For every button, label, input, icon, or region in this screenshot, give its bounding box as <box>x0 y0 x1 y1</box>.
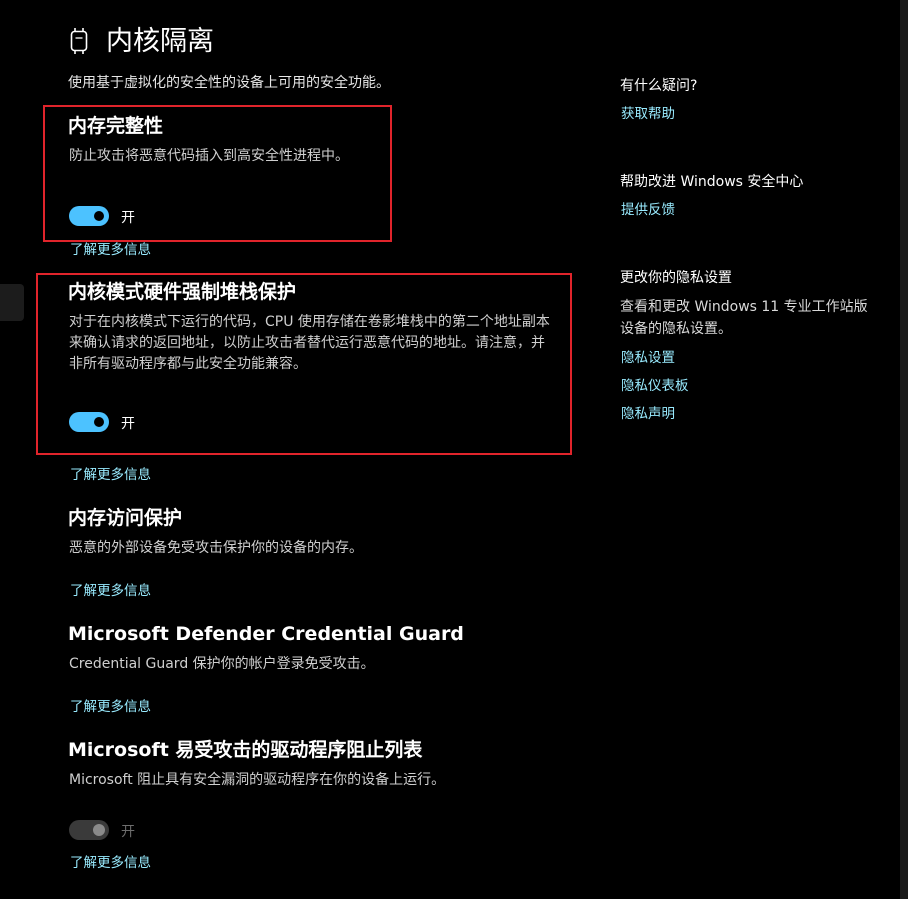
memory-integrity-learn-more-link[interactable]: 了解更多信息 <box>70 238 151 258</box>
credential-guard-description: Credential Guard 保护你的帐户登录免受攻击。 <box>69 656 375 672</box>
driver-blocklist-toggle-label: 开 <box>121 824 135 840</box>
privacy-settings-link[interactable]: 隐私设置 <box>621 346 675 366</box>
stack-protection-toggle[interactable] <box>69 412 109 432</box>
stack-protection-title: 内核模式硬件强制堆栈保护 <box>68 281 297 303</box>
privacy-description: 查看和更改 Windows 11 专业工作站版 设备的隐私设置。 <box>620 299 868 337</box>
window-edge <box>900 0 908 899</box>
memory-integrity-title: 内存完整性 <box>68 115 164 137</box>
credential-guard-learn-more-link[interactable]: 了解更多信息 <box>70 695 151 715</box>
credential-guard-title: Microsoft Defender Credential Guard <box>68 623 464 645</box>
driver-blocklist-toggle <box>69 820 109 840</box>
toggle-knob <box>93 824 105 836</box>
stack-protection-description: 对于在内核模式下运行的代码，CPU 使用存储在卷影堆栈中的第二个地址副本来确认请… <box>69 314 550 372</box>
driver-blocklist-title: Microsoft 易受攻击的驱动程序阻止列表 <box>68 739 423 761</box>
kernel-isolation-page: 内核隔离 使用基于虚拟化的安全性的设备上可用的安全功能。 内存完整性 防止攻击将… <box>0 0 908 899</box>
privacy-dashboard-link[interactable]: 隐私仪表板 <box>621 374 689 394</box>
nav-indicator[interactable] <box>0 284 24 321</box>
feedback-link[interactable]: 提供反馈 <box>621 198 675 218</box>
memory-access-protection-learn-more-link[interactable]: 了解更多信息 <box>70 579 151 599</box>
driver-blocklist-description: Microsoft 阻止具有安全漏洞的驱动程序在你的设备上运行。 <box>69 772 446 788</box>
memory-access-protection-description: 恶意的外部设备免受攻击保护你的设备的内存。 <box>69 540 363 556</box>
improve-heading: 帮助改进 Windows 安全中心 <box>620 174 804 190</box>
page-description: 使用基于虚拟化的安全性的设备上可用的安全功能。 <box>68 75 390 91</box>
memory-access-protection-title: 内存访问保护 <box>68 507 183 529</box>
help-heading: 有什么疑问? <box>620 78 698 94</box>
privacy-statement-link[interactable]: 隐私声明 <box>621 402 675 422</box>
chip-icon <box>70 28 88 54</box>
privacy-heading: 更改你的隐私设置 <box>620 270 732 286</box>
memory-integrity-toggle[interactable] <box>69 206 109 226</box>
toggle-knob <box>94 211 104 221</box>
memory-integrity-toggle-label: 开 <box>121 210 135 226</box>
stack-protection-learn-more-link[interactable]: 了解更多信息 <box>70 463 151 483</box>
stack-protection-toggle-label: 开 <box>121 416 135 432</box>
memory-integrity-description: 防止攻击将恶意代码插入到高安全性进程中。 <box>69 148 349 164</box>
driver-blocklist-learn-more-link[interactable]: 了解更多信息 <box>70 851 151 871</box>
get-help-link[interactable]: 获取帮助 <box>621 102 675 122</box>
toggle-knob <box>94 417 104 427</box>
page-title: 内核隔离 <box>106 26 214 57</box>
